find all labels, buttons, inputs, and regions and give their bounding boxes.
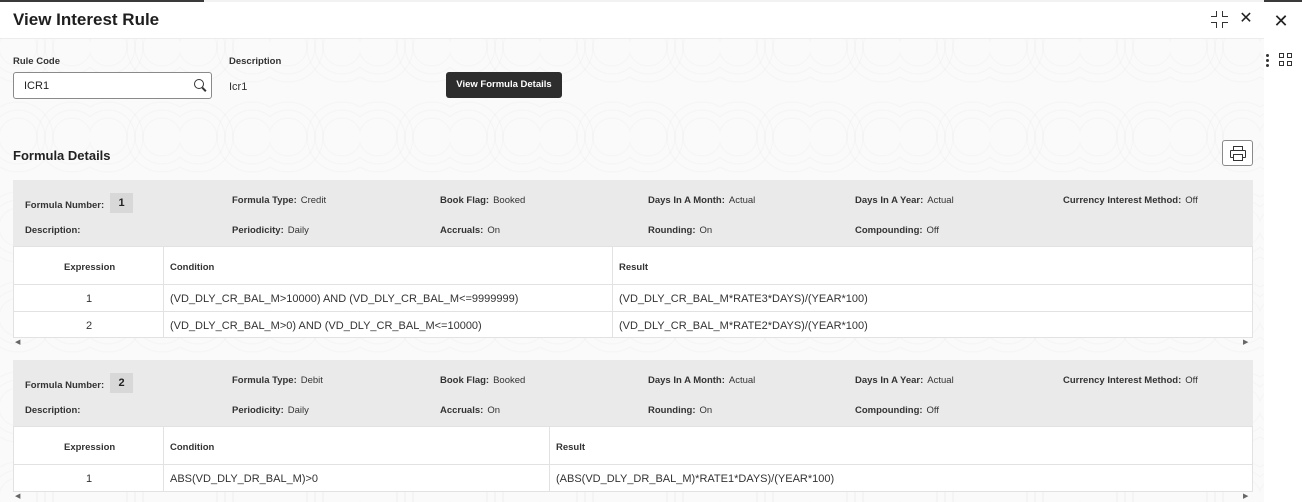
formula-1-table: Expression Condition Result 1 (VD_DLY_CR… [13,246,1253,338]
expression-cell: 1 [86,473,93,485]
scroll-left-icon[interactable]: ◀ [15,338,20,348]
rule-code-input[interactable] [24,78,184,93]
rounding-field: Rounding: On [648,405,713,416]
days-in-month-field: Days In A Month: Actual [648,195,756,206]
formula-number-badge: 2 [110,373,133,393]
result-cell: (VD_DLY_CR_BAL_M*RATE2*DAYS)/(YEAR*100) [619,320,868,332]
accruals-field: Accruals: On [440,225,500,236]
expression-cell: 2 [86,320,93,332]
accruals-field: Accruals: On [440,405,500,416]
scroll-right-icon[interactable]: ▶ [1243,338,1248,348]
days-in-year-field: Days In A Year: Actual [855,195,954,206]
outer-close-icon[interactable]: ✕ [1271,10,1291,32]
print-button[interactable] [1222,140,1253,166]
formula-block-2: Formula Number: 2 Formula Type: Debit Boo… [13,360,1253,426]
collapse-icon[interactable] [1211,11,1229,29]
rule-code-field[interactable] [13,72,212,99]
horizontal-scrollbar[interactable]: ◀ ▶ [13,338,1253,348]
rule-code-label: Rule Code [13,56,60,67]
horizontal-scrollbar[interactable]: ◀ ▶ [13,492,1253,502]
result-cell: (VD_DLY_CR_BAL_M*RATE3*DAYS)/(YEAR*100) [619,293,868,305]
column-header-result: Result [556,442,586,453]
currency-interest-method-field: Currency Interest Method: Off [1063,375,1198,386]
condition-cell: (VD_DLY_CR_BAL_M>0) AND (VD_DLY_CR_BAL_M… [170,320,482,332]
condition-cell: (VD_DLY_CR_BAL_M>10000) AND (VD_DLY_CR_B… [170,293,519,305]
formula-number-badge: 1 [110,193,133,213]
kebab-menu-icon[interactable] [1262,52,1272,70]
right-rail [1264,2,1302,502]
formula-block-1: Formula Number: 1 Formula Type: Credit Bo… [13,180,1253,246]
window-header: View Interest Rule ✕ [0,2,1264,39]
compounding-field: Compounding: Off [855,405,940,416]
close-icon[interactable]: ✕ [1238,10,1254,28]
column-header-condition: Condition [170,262,215,273]
book-flag-field: Book Flag: Booked [440,375,526,386]
compounding-field: Compounding: Off [855,225,940,236]
column-header-condition: Condition [170,442,215,453]
formula-2-table: Expression Condition Result 1 ABS(VD_DLY… [13,426,1253,492]
days-in-month-field: Days In A Month: Actual [648,375,756,386]
column-header-expression: Expression [64,262,116,273]
description-field: Description: [25,405,81,416]
view-interest-rule-window: View Interest Rule ✕ Rule Code Descripti… [0,2,1264,502]
view-formula-details-button[interactable]: View Formula Details [446,72,562,98]
column-header-expression: Expression [64,442,116,453]
formula-number-label: Formula Number: [25,380,105,391]
column-header-result: Result [619,262,649,273]
grid-view-icon[interactable] [1279,53,1294,68]
search-icon[interactable] [194,79,207,92]
book-flag-field: Book Flag: Booked [440,195,526,206]
periodicity-field: Periodicity: Daily [232,405,309,416]
description-value: Icr1 [229,81,248,93]
scroll-left-icon[interactable]: ◀ [15,492,20,502]
condition-cell: ABS(VD_DLY_DR_BAL_M)>0 [170,473,319,485]
rounding-field: Rounding: On [648,225,713,236]
result-cell: (ABS(VD_DLY_DR_BAL_M)*RATE1*DAYS)/(YEAR*… [556,473,835,485]
formula-number-label: Formula Number: [25,200,105,211]
days-in-year-field: Days In A Year: Actual [855,375,954,386]
page-title: View Interest Rule [13,10,160,29]
periodicity-field: Periodicity: Daily [232,225,309,236]
formula-type-field: Formula Type: Debit [232,375,323,386]
description-label: Description [229,56,282,67]
expression-cell: 1 [86,293,93,305]
description-field: Description: [25,225,81,236]
scroll-right-icon[interactable]: ▶ [1243,492,1248,502]
formula-type-field: Formula Type: Credit [232,195,327,206]
section-title: Formula Details [13,148,111,163]
currency-interest-method-field: Currency Interest Method: Off [1063,195,1198,206]
